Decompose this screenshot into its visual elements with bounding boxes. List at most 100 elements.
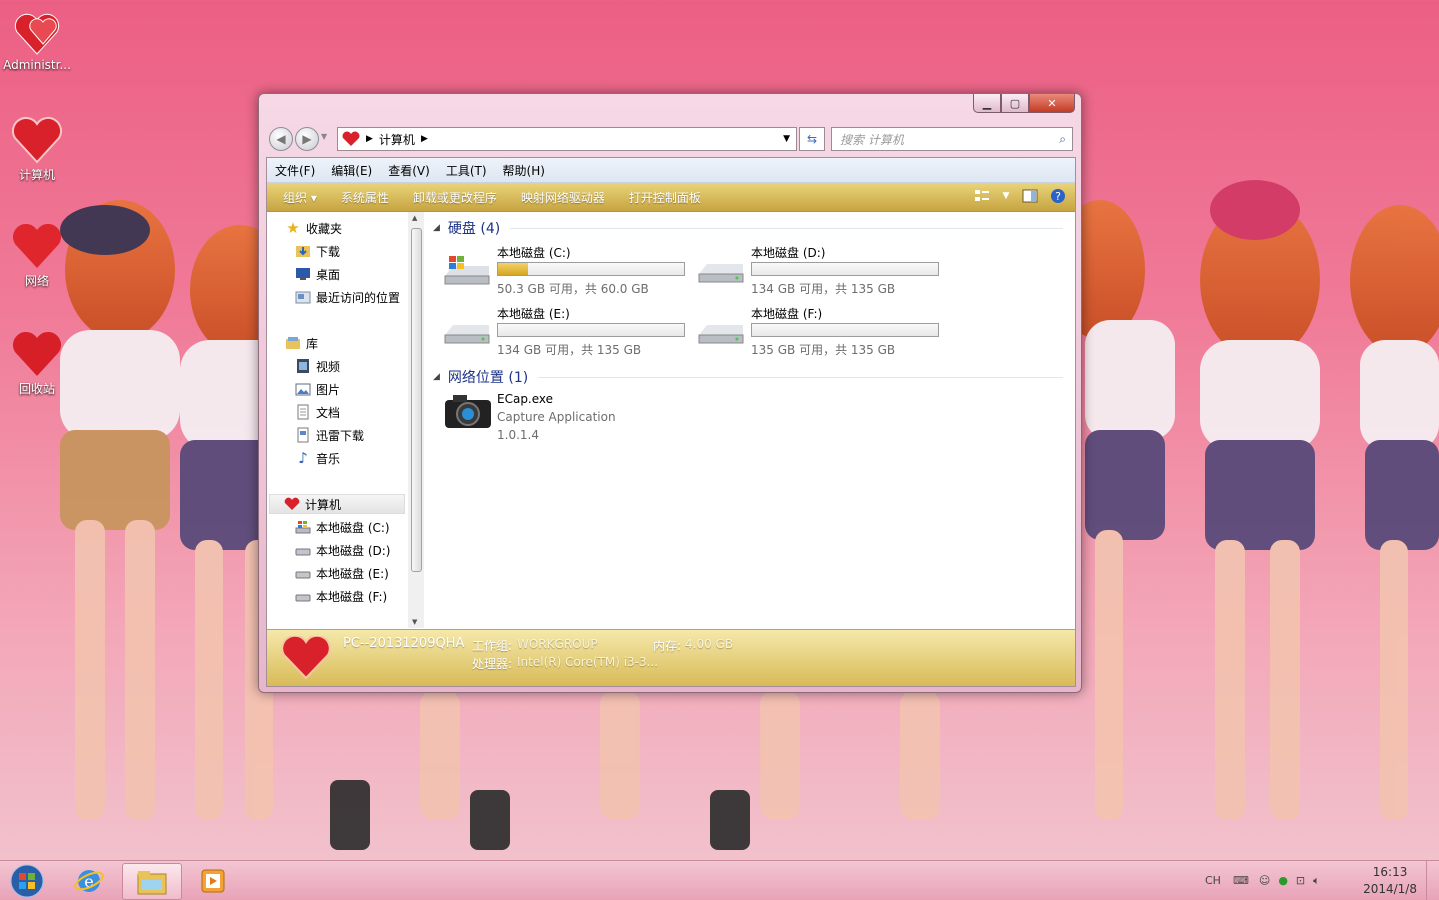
user-heart-icon	[14, 13, 60, 55]
forward-button[interactable]: ▶	[295, 127, 319, 151]
nav-drive-d[interactable]: 本地磁盘 (D:)	[295, 540, 390, 560]
breadcrumb-computer[interactable]: 计算机	[379, 131, 415, 148]
view-dropdown-icon[interactable]: ▼	[1001, 187, 1011, 205]
forward-arrow-icon: ▶	[302, 132, 312, 146]
scrollbar-thumb[interactable]	[411, 228, 422, 572]
nav-thunder-downloads[interactable]: 迅雷下载	[295, 425, 364, 445]
drive-item-f[interactable]: 本地磁盘 (F:) 135 GB 可用，共 135 GB	[697, 305, 947, 357]
drive-space: 134 GB 可用，共 135 GB	[497, 343, 642, 357]
desktop-icon-administrator[interactable]: Administr...	[0, 10, 74, 72]
minimize-button[interactable]: ▁	[973, 94, 1001, 113]
music-library-icon: ♪	[298, 449, 308, 467]
minimize-icon: ▁	[982, 96, 992, 110]
nav-drive-e[interactable]: 本地磁盘 (E:)	[295, 563, 389, 583]
open-control-panel-button[interactable]: 打开控制面板	[629, 189, 701, 206]
drive-name: 本地磁盘 (F:)	[751, 307, 823, 321]
history-dropdown-icon[interactable]: ▼	[321, 132, 327, 141]
documents-library-icon	[295, 404, 311, 420]
group-network-locations[interactable]: ◢ 网络位置 (1)	[433, 367, 1063, 387]
menu-tools[interactable]: 工具(T)	[446, 162, 487, 179]
nav-libraries[interactable]: 库	[285, 333, 318, 353]
preview-pane-icon[interactable]	[1021, 187, 1039, 205]
refresh-button[interactable]: ⇆	[799, 127, 825, 151]
address-bar[interactable]: ▶ 计算机 ▶ ▼	[337, 127, 797, 151]
collapse-icon[interactable]: ◢	[433, 223, 440, 233]
group-divider	[510, 227, 1063, 229]
uninstall-program-button[interactable]: 卸载或更改程序	[413, 189, 497, 206]
scroll-down-icon[interactable]: ▼	[412, 618, 417, 626]
desktop-icon-label: 回收站	[18, 382, 55, 396]
search-box[interactable]: 搜索 计算机 ⌕	[831, 127, 1073, 151]
nav-label: 计算机	[305, 497, 342, 512]
network-item-ecap[interactable]: ECap.exe Capture Application 1.0.1.4	[443, 392, 693, 448]
scroll-up-icon[interactable]: ▲	[412, 214, 417, 222]
cpu-label: 处理器:	[472, 657, 513, 671]
address-dropdown-icon[interactable]: ▼	[783, 134, 790, 144]
navigation-row: ◀ ▶ ▼ ▶ 计算机 ▶ ▼ ⇆ 搜索 计算机 ⌕	[267, 126, 1073, 152]
nav-drive-f[interactable]: 本地磁盘 (F:)	[295, 586, 387, 606]
menu-help[interactable]: 帮助(H)	[503, 162, 545, 179]
explorer-body: 文件(F) 编辑(E) 查看(V) 工具(T) 帮助(H) 组织 ▾ 系统属性 …	[266, 157, 1076, 687]
nav-pictures[interactable]: 图片	[295, 379, 340, 399]
help-icon[interactable]: ?	[1049, 187, 1067, 205]
nav-drive-c[interactable]: 本地磁盘 (C:)	[295, 517, 390, 537]
maximize-button[interactable]: ▢	[1001, 94, 1029, 113]
collapse-icon[interactable]: ◢	[433, 372, 440, 382]
internet-explorer-icon: e	[74, 869, 104, 892]
memory-value: 4.00 GB	[685, 637, 734, 651]
nav-videos[interactable]: 视频	[295, 356, 340, 376]
start-button[interactable]	[0, 863, 54, 898]
search-icon[interactable]: ⌕	[1059, 132, 1066, 147]
menu-view[interactable]: 查看(V)	[388, 162, 430, 179]
show-desktop-button[interactable]	[1426, 861, 1439, 900]
group-divider	[538, 376, 1063, 378]
taskbar-ie[interactable]: e	[62, 863, 116, 898]
volume-icon[interactable]: 🔈︎	[1313, 874, 1320, 888]
breadcrumb-arrow-icon[interactable]: ▶	[421, 134, 428, 144]
computer-heart-icon	[12, 117, 62, 164]
library-folder-icon	[285, 335, 301, 351]
menu-edit[interactable]: 编辑(E)	[331, 162, 372, 179]
network-icon[interactable]: ⊡	[1296, 874, 1305, 887]
nav-recent-places[interactable]: 最近访问的位置	[295, 287, 400, 307]
hard-drive-icon	[295, 542, 311, 558]
desktop-icon-recycle-bin[interactable]: 回收站	[0, 330, 74, 397]
nav-scrollbar[interactable]: ▲ ▼	[408, 212, 424, 628]
desktop-icon-network[interactable]: 网络	[0, 224, 74, 289]
map-network-drive-button[interactable]: 映射网络驱动器	[521, 189, 605, 206]
drive-item-d[interactable]: 本地磁盘 (D:) 134 GB 可用，共 135 GB	[697, 244, 947, 296]
keyboard-icon[interactable]: ⌨	[1233, 874, 1249, 887]
drive-item-c[interactable]: 本地磁盘 (C:) 50.3 GB 可用，共 60.0 GB	[443, 244, 693, 296]
drive-name: 本地磁盘 (E:)	[497, 307, 570, 321]
group-hard-disks[interactable]: ◢ 硬盘 (4)	[433, 218, 1063, 238]
system-properties-button[interactable]: 系统属性	[341, 189, 389, 206]
workgroup-value: WORKGROUP	[517, 637, 598, 651]
search-input[interactable]: 搜索 计算机	[840, 131, 904, 148]
nav-computer[interactable]: 计算机	[269, 494, 405, 514]
nav-downloads[interactable]: 下载	[295, 241, 340, 261]
folder-icon	[137, 870, 167, 894]
organize-button[interactable]: 组织 ▾	[283, 189, 317, 206]
change-view-icon[interactable]	[973, 187, 991, 205]
clock[interactable]: 16:13 2014/1/8	[1363, 864, 1417, 898]
pc-name: PC--20131209QHA	[343, 636, 465, 651]
back-button[interactable]: ◀	[269, 127, 293, 151]
close-button[interactable]: ✕	[1029, 94, 1075, 113]
menu-file[interactable]: 文件(F)	[275, 162, 315, 179]
nav-desktop[interactable]: 桌面	[295, 264, 340, 284]
computer-heart-icon	[281, 636, 331, 680]
item-name: ECap.exe	[497, 392, 554, 406]
avatar-icon[interactable]: ☺	[1259, 874, 1270, 887]
nav-documents[interactable]: 文档	[295, 402, 340, 422]
network-heart-icon	[13, 224, 61, 268]
nav-music[interactable]: ♪ 音乐	[295, 448, 340, 468]
taskbar-explorer[interactable]	[122, 863, 182, 900]
nav-favorites[interactable]: ★ 收藏夹	[285, 218, 342, 238]
security-icon[interactable]: ●	[1278, 874, 1288, 887]
desktop-icon-computer[interactable]: 计算机	[0, 116, 74, 183]
language-indicator[interactable]: CH	[1205, 874, 1221, 887]
desktop-icon	[295, 266, 311, 282]
breadcrumb-arrow-icon[interactable]: ▶	[366, 134, 373, 144]
drive-item-e[interactable]: 本地磁盘 (E:) 134 GB 可用，共 135 GB	[443, 305, 693, 357]
taskbar-media-player[interactable]	[186, 863, 240, 898]
